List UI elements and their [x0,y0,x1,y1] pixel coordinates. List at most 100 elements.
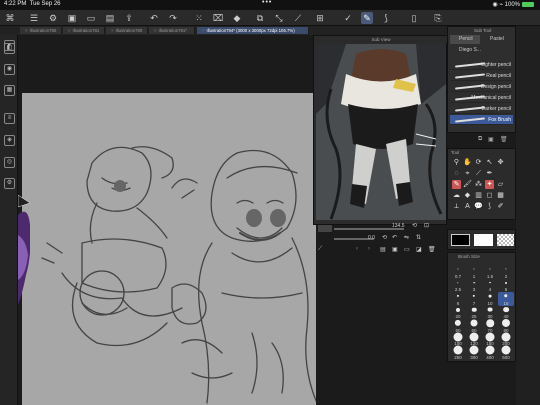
layers-stack-icon[interactable]: ◈ [4,135,15,146]
drawing-canvas[interactable] [22,93,316,405]
import-icon[interactable]: ▤ [380,246,386,253]
brush-size-option[interactable]: 80 [498,318,514,333]
brush-size-option[interactable]: 1 [466,265,482,279]
ruler-snap-icon[interactable]: ⊞ [314,12,326,24]
image-icon[interactable]: ▣ [392,246,398,253]
brush-size-option[interactable]: 3 [466,279,482,292]
transform-icon[interactable]: ⧉ [254,12,266,24]
tab-illustration781-b[interactable]: × Illustration781* [149,27,195,34]
gear-icon[interactable]: ⚙ [47,12,59,24]
brush-size-option[interactable]: 30 [482,306,498,319]
brush-size-option[interactable]: 5 [498,279,514,292]
tab-illustration794[interactable]: × Illustration794* (3000 x 3000px 72dpi 1… [197,27,309,34]
lasso-tool-icon[interactable]: ◌ [452,169,461,178]
airbrush-tool-icon[interactable]: ⁂ [474,180,483,189]
tab-illustration780[interactable]: × Illustration780 [20,27,62,34]
brush-size-option[interactable]: 200 [498,332,514,346]
brush-size-option[interactable]: 7 [466,292,482,306]
brush-size-option[interactable]: 70 [482,319,498,333]
pen-tool-icon[interactable]: ✎ [361,12,373,24]
history-icon[interactable]: ≡ [4,113,15,124]
deselect-icon[interactable]: ⁙ [193,12,205,24]
ruler-tool-icon[interactable]: ⟂ [452,202,461,211]
brush-size-option[interactable]: 0.7 [450,265,466,279]
ruler-icon[interactable]: ⟋ [292,12,304,24]
layer-icon[interactable]: ◧ [4,43,15,54]
flip-v-icon[interactable]: ⇅ [416,234,421,241]
eyedropper-icon[interactable]: ⟋ [318,246,322,253]
flip-icon[interactable]: ⇋ [404,234,409,241]
new-file-icon[interactable]: ▣ [66,12,78,24]
figure-tool-icon[interactable]: ◻ [485,191,494,200]
subtool-item-selected[interactable]: Fox Brush [450,115,513,125]
zoom-fit-icon[interactable]: ⊡ [424,222,429,229]
hand-tool-icon[interactable]: ✋ [463,158,472,167]
rotate-tool-icon[interactable]: ⟳ [474,158,483,167]
subtool-item[interactable]: Design pencil [450,82,513,92]
auto-select-icon[interactable]: ⌖ [463,169,472,178]
tab-illustration780-b[interactable]: × Illustration780 [106,27,148,34]
brush-size-option[interactable]: 60 [466,319,482,333]
clear-icon[interactable]: ⌧ [212,12,224,24]
text-tool-icon[interactable]: A [463,202,472,211]
undo-icon[interactable]: ↶ [148,12,160,24]
brush-size-option[interactable]: 500 [498,345,514,360]
decoration-tool-icon[interactable]: ✦ [485,180,494,189]
brush-size-option[interactable]: 300 [466,345,482,360]
brush-size-option[interactable]: 40 [498,306,514,319]
frame-tool-icon[interactable]: ▦ [496,191,505,200]
navigator-icon[interactable]: ◉ [4,64,15,75]
zoom-tool-icon[interactable]: ⚲ [452,158,461,167]
fill-icon[interactable]: ◆ [231,12,243,24]
redo-icon[interactable]: ↷ [167,12,179,24]
fill-tool-icon[interactable]: ◆ [463,191,472,200]
brush-size-option[interactable]: 15 [498,292,514,306]
folder-icon[interactable]: ▭ [85,12,97,24]
brush-size-option[interactable]: 25 [466,306,482,319]
subtool-item[interactable]: Lighter pencil [450,60,513,70]
folder-open-icon[interactable]: ▭ [404,246,410,253]
clip-icon[interactable]: ⌘ [4,12,16,24]
tab-illustration781[interactable]: × Illustration781 [63,27,105,34]
brush-size-option[interactable]: 6 [450,292,466,306]
subtool-item[interactable]: Real pencil [450,71,513,81]
brush-size-option[interactable]: 20 [450,306,466,319]
scale-icon[interactable]: ⤡ [273,12,285,24]
rotate-left-icon[interactable]: ↶ [392,234,397,241]
save-icon[interactable]: ▤ [104,12,116,24]
brush-tool-icon[interactable]: 🖌 [463,180,472,189]
gradient-tool-icon[interactable]: ▥ [474,191,483,200]
tab-pastel[interactable]: Pastel [481,35,511,44]
prev-icon[interactable]: ‹ [356,246,358,252]
eyedropper-tool-icon[interactable]: ⟋ [474,169,483,178]
sub-color-swatch[interactable] [474,234,493,246]
brush-size-option[interactable]: 2 [498,265,514,279]
brush-size-option[interactable]: 1.5 [482,265,498,279]
subtool-item[interactable]: Darker pencil [450,104,513,114]
brush-size-option[interactable]: 2.5 [450,279,466,292]
transparent-swatch[interactable] [497,234,514,246]
brush-size-option[interactable]: 150 [482,332,498,346]
zoom-reset-icon[interactable]: ⟲ [412,222,417,229]
eraser-tool-icon[interactable]: ▱ [496,180,505,189]
rotate-reset-icon[interactable]: ⟲ [382,234,387,241]
material-icon[interactable]: ▦ [4,85,15,96]
share-icon[interactable]: ⎘ [432,12,444,24]
settings-icon[interactable]: ⚙ [4,178,15,189]
brush-size-option[interactable]: 120 [466,332,482,346]
brush-size-option[interactable]: 10 [482,292,498,306]
pencil-tool-icon[interactable]: ✎ [452,180,461,189]
pen-check-icon[interactable]: ✓ [342,12,354,24]
move-layer-icon[interactable]: ✥ [496,158,505,167]
device-icon[interactable]: ▯ [408,12,420,24]
correct-line-icon[interactable]: ⟆ [485,202,494,211]
multitask-dots[interactable]: ••• [262,0,272,6]
subtool-delete-icon[interactable]: 🗑 [500,136,508,143]
brush-size-option[interactable]: 250 [450,345,466,360]
brush-size-option[interactable]: 4 [482,279,498,292]
brush-size-option[interactable]: 400 [482,345,498,360]
main-color-swatch[interactable] [451,234,470,246]
brush-stabilizer-icon[interactable]: ⟆ [380,12,392,24]
export-icon[interactable]: ⇪ [123,12,135,24]
pen-correct-icon[interactable]: ✐ [496,202,505,211]
